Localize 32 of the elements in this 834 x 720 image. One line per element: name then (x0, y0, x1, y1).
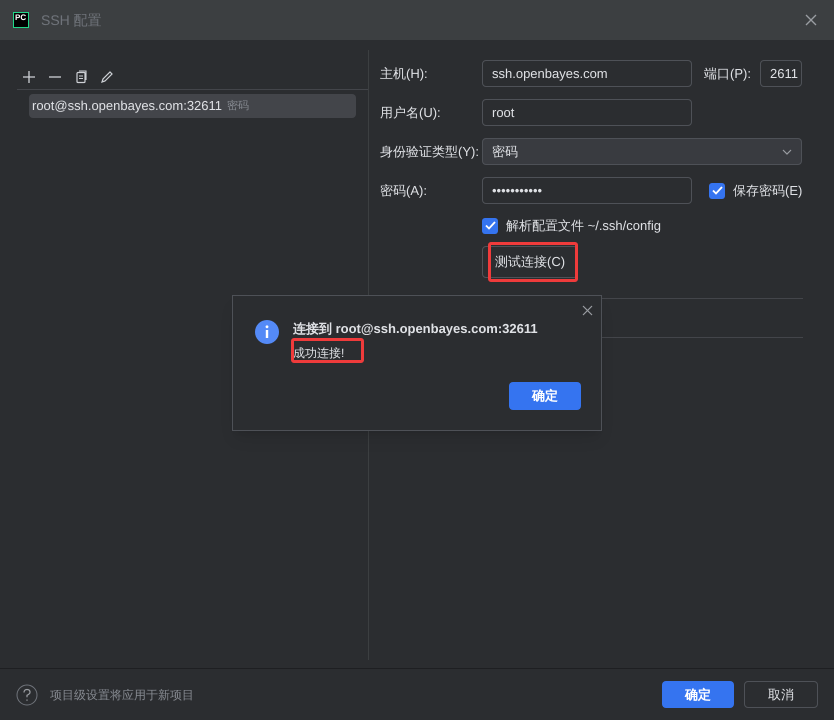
app-logo: PC (13, 12, 29, 28)
field-label: 端口(P): (704, 64, 752, 83)
auth-type-dropdown[interactable]: 密码 (482, 138, 802, 165)
info-icon (255, 320, 279, 344)
add-icon[interactable] (22, 70, 36, 84)
hint-text: 项目级设置将应用于新项目 (50, 686, 194, 704)
popup-message: 成功连接! (293, 345, 344, 362)
list-item[interactable]: root@ssh.openbayes.com:32611 密码 (29, 94, 356, 118)
window-title: SSH 配置 (41, 10, 102, 30)
checkbox[interactable] (709, 182, 725, 198)
parse-config-checkbox[interactable]: 解析配置文件 ~/.ssh/config (482, 216, 803, 236)
help-icon[interactable] (16, 684, 38, 706)
port-field[interactable]: 2611 (760, 60, 802, 87)
close-icon[interactable] (582, 305, 593, 316)
pencil-icon[interactable] (100, 70, 114, 84)
checkbox[interactable] (482, 218, 498, 234)
field-label: 密码(A): (380, 182, 428, 200)
field-label: 身份验证类型(Y): (380, 142, 480, 161)
save-password-checkbox[interactable]: 保存密码(E) (709, 180, 802, 200)
field-label: 主机(H): (380, 64, 429, 83)
password-field[interactable]: ••••••••••• (482, 177, 692, 204)
auth-note: 密码 (227, 98, 250, 114)
chevron-down-icon (782, 148, 792, 154)
ok-button[interactable]: 确定 (662, 681, 734, 708)
popup-title: 连接到 root@ssh.openbayes.com:32611 (293, 320, 538, 338)
username-field[interactable]: root (482, 99, 692, 126)
field-label: 用户名(U): (380, 104, 442, 122)
host-field[interactable]: ssh.openbayes.com (482, 60, 692, 87)
cancel-button[interactable]: 取消 (744, 681, 818, 708)
close-icon[interactable] (805, 14, 817, 26)
ok-button[interactable]: 确定 (509, 382, 581, 410)
copy-icon[interactable] (74, 70, 88, 84)
